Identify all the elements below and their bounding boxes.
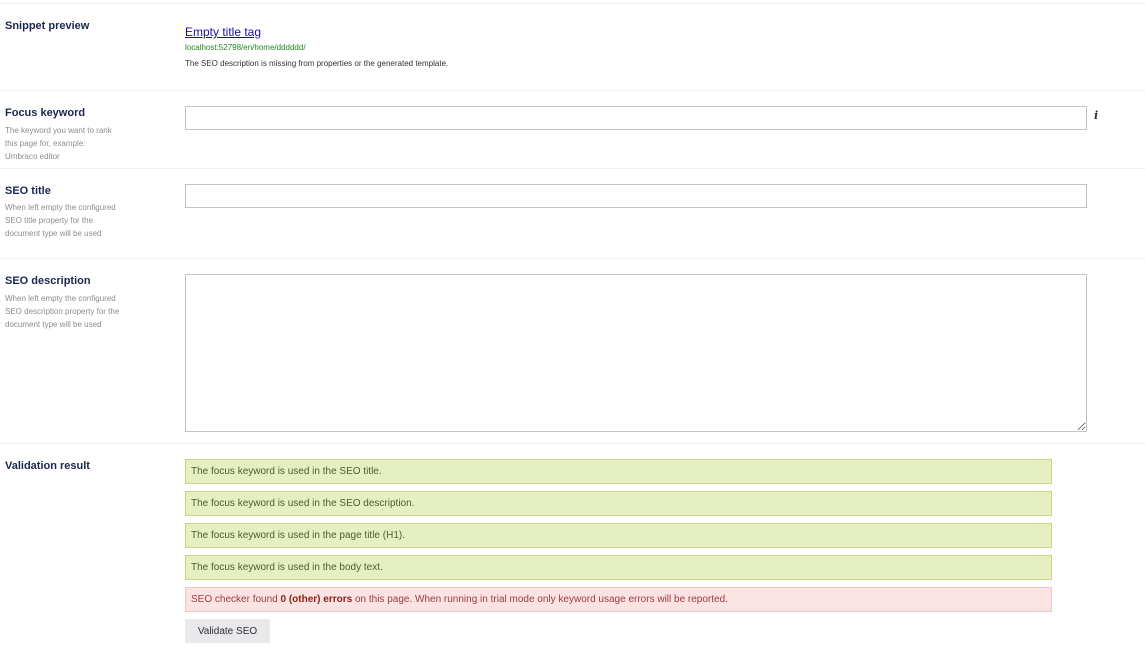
separator (0, 3, 1145, 4)
seo-title-label: SEO title (5, 185, 51, 197)
separator (0, 168, 1145, 169)
validation-success-message: The focus keyword is used in the SEO des… (185, 491, 1052, 516)
validation-success-message: The focus keyword is used in the SEO tit… (185, 459, 1052, 484)
error-suffix: on this page. When running in trial mode… (352, 594, 728, 605)
separator (0, 443, 1145, 444)
separator (0, 90, 1145, 91)
validation-result-label: Validation result (5, 460, 90, 472)
error-count: 0 (other) errors (280, 594, 353, 605)
separator (0, 258, 1145, 259)
focus-keyword-input[interactable] (185, 106, 1087, 130)
snippet-description: The SEO description is missing from prop… (185, 59, 449, 68)
seo-title-input[interactable] (185, 184, 1087, 208)
seo-description-textarea[interactable] (185, 274, 1087, 432)
seo-description-help: When left empty the configured SEO descr… (5, 294, 120, 329)
snippet-preview-label: Snippet preview (5, 20, 90, 32)
error-prefix: SEO checker found (191, 594, 281, 605)
validation-error-message: SEO checker found 0 (other) errors on th… (185, 587, 1052, 612)
snippet-title-link[interactable]: Empty title tag (185, 25, 261, 39)
seo-description-label: SEO description (5, 275, 91, 287)
snippet-url: localhost:52798/en/home/dddddd/ (185, 43, 306, 52)
focus-keyword-description: The keyword you want to rank this page f… (5, 126, 112, 161)
seo-title-description: When left empty the configured SEO title… (5, 203, 116, 238)
validate-seo-button[interactable]: Validate SEO (185, 619, 270, 643)
validation-success-message: The focus keyword is used in the body te… (185, 555, 1052, 580)
validation-success-message: The focus keyword is used in the page ti… (185, 523, 1052, 548)
focus-keyword-label: Focus keyword (5, 107, 86, 119)
info-icon[interactable]: i (1094, 109, 1098, 122)
